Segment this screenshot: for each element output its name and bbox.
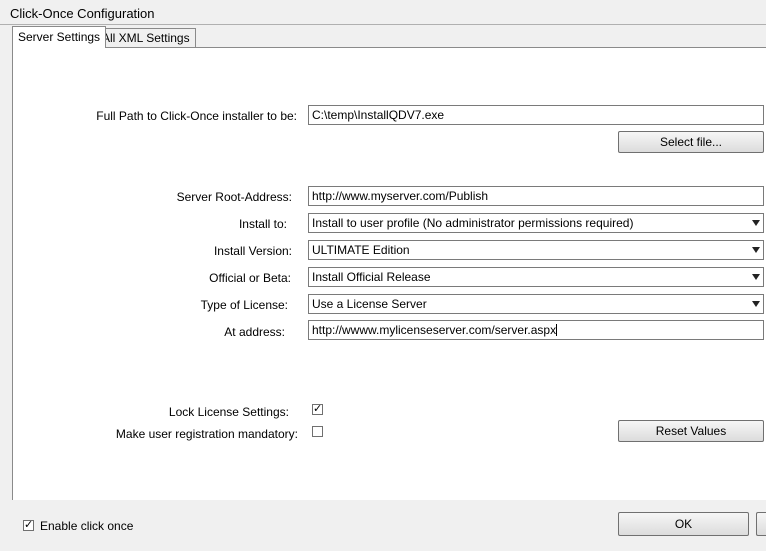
enable-click-once-checkbox[interactable]: ✓ (23, 520, 34, 531)
tab-label: Server Settings (18, 30, 101, 44)
ok-label: OK (674, 517, 693, 531)
chevron-down-icon (752, 220, 760, 226)
chevron-down-icon (752, 301, 760, 307)
dialog-footer: ✓ Enable click once OK (0, 500, 766, 551)
chevron-down-icon (752, 247, 760, 253)
ok-button[interactable]: OK (618, 512, 749, 536)
official-beta-value: Install Official Release (312, 270, 431, 284)
lock-license-label: Lock License Settings: (168, 405, 289, 419)
reset-values-label: Reset Values (655, 424, 727, 438)
install-version-value: ULTIMATE Edition (312, 243, 410, 257)
tab-label: All XML Settings (102, 31, 190, 45)
server-root-input[interactable]: http://www.myserver.com/Publish (308, 186, 764, 206)
server-root-label: Server Root-Address: (176, 190, 292, 204)
window-title: Click-Once Configuration (10, 6, 155, 21)
install-to-select[interactable]: Install to user profile (No administrato… (308, 213, 764, 233)
license-type-value: Use a License Server (312, 297, 427, 311)
mandatory-registration-checkbox[interactable] (312, 426, 323, 437)
select-file-label: Select file... (659, 135, 723, 149)
installer-path-value: C:\temp\InstallQDV7.exe (312, 108, 445, 122)
install-to-value: Install to user profile (No administrato… (312, 216, 634, 230)
license-type-select[interactable]: Use a License Server (308, 294, 764, 314)
license-address-label: At address: (224, 325, 285, 339)
install-version-label: Install Version: (213, 244, 292, 258)
server-root-value: http://www.myserver.com/Publish (312, 189, 489, 203)
chevron-down-icon (752, 274, 760, 280)
license-address-value: http://wwww.mylicenseserver.com/server.a… (312, 323, 557, 337)
license-address-input[interactable]: http://wwww.mylicenseserver.com/server.a… (308, 320, 764, 340)
install-to-label: Install to: (238, 217, 287, 231)
lock-license-checkbox[interactable]: ✓ (312, 404, 323, 415)
select-file-button[interactable]: Select file... (618, 131, 764, 153)
title-bar: Click-Once Configuration (0, 0, 766, 25)
tab-all-xml-settings[interactable]: All XML Settings (96, 28, 196, 47)
installer-path-label: Full Path to Click-Once installer to be: (96, 109, 297, 123)
installer-path-input[interactable]: C:\temp\InstallQDV7.exe (308, 105, 764, 125)
check-mark-icon: ✓ (24, 519, 34, 531)
text-cursor (556, 324, 558, 336)
mandatory-registration-label: Make user registration mandatory: (115, 427, 298, 441)
license-type-label: Type of License: (200, 298, 288, 312)
reset-values-button[interactable]: Reset Values (618, 420, 764, 442)
official-beta-select[interactable]: Install Official Release (308, 267, 764, 287)
enable-click-once-label: Enable click once (40, 519, 134, 533)
official-beta-label: Official or Beta: (209, 271, 291, 285)
cancel-button[interactable] (756, 512, 766, 536)
check-mark-icon: ✓ (313, 403, 323, 415)
install-version-select[interactable]: ULTIMATE Edition (308, 240, 764, 260)
tab-server-settings[interactable]: Server Settings (12, 26, 107, 48)
